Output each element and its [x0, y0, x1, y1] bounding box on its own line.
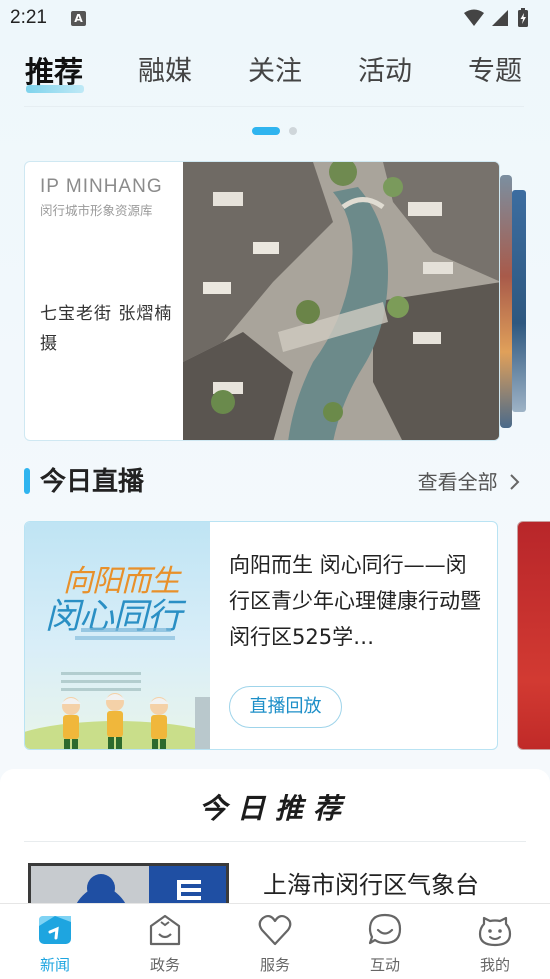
replay-button[interactable]: 直播回放: [229, 686, 342, 728]
bottom-nav: 新闻 政务 服务 互动 我的: [0, 903, 550, 979]
banner-card[interactable]: IP MINHANG 闵行城市形象资源库 七宝老街 张熠楠摄: [24, 161, 500, 441]
tab-activity[interactable]: 活动: [358, 52, 412, 92]
status-bar: 2:21 A: [0, 0, 550, 36]
nav-news[interactable]: 新闻: [0, 904, 110, 979]
nav-profile[interactable]: 我的: [440, 904, 550, 979]
recommend-divider: [24, 841, 526, 842]
status-time: 2:21: [10, 7, 47, 28]
news-icon: [39, 916, 71, 944]
live-card[interactable]: 向阳而生 闵心同行 向阳而生 闵心同行——闵行区青少年心理健康行动暨闵行区525…: [24, 521, 498, 750]
heart-icon: [258, 914, 292, 946]
see-all-label: 查看全部: [417, 470, 498, 494]
live-section-title: 今日直播: [40, 467, 145, 497]
carousel-dot-active: [252, 127, 280, 135]
carousel-next-card-back[interactable]: [512, 190, 526, 412]
section-accent-bar: [24, 468, 30, 494]
tab-media[interactable]: 融媒: [138, 52, 192, 92]
signal-icon: [492, 10, 508, 26]
banner-caption: 七宝老街 张熠楠摄: [40, 304, 173, 354]
nav-government-label: 政务: [149, 956, 180, 974]
nav-service-label: 服务: [259, 956, 290, 974]
carousel-dot: [289, 127, 297, 135]
nav-government[interactable]: 政务: [110, 904, 220, 979]
see-all-link[interactable]: 查看全部: [418, 468, 522, 496]
notification-icon: A: [71, 11, 86, 26]
carousel-next-card[interactable]: [500, 175, 512, 428]
banner-photo: [183, 162, 499, 440]
nav-news-label: 新闻: [39, 956, 70, 974]
live-section-header: 今日直播 查看全部: [24, 464, 524, 500]
wifi-icon: [464, 9, 484, 26]
nav-service[interactable]: 服务: [220, 904, 330, 979]
nav-interact-label: 互动: [369, 956, 400, 974]
poster-illustration: [25, 628, 210, 749]
nav-profile-label: 我的: [479, 956, 510, 974]
banner-brand: IP MINHANG: [40, 176, 163, 197]
live-next-card[interactable]: [517, 521, 550, 750]
tab-topic[interactable]: 专题: [468, 52, 522, 92]
profile-icon: [478, 916, 512, 947]
tabs-divider: [24, 106, 524, 107]
status-icons: [464, 8, 528, 27]
live-title: 向阳而生 闵心同行——闵行区青少年心理健康行动暨闵行区525学…: [229, 553, 481, 649]
chevron-right-icon: [510, 474, 520, 490]
chat-icon: [368, 913, 402, 945]
tab-recommend[interactable]: 推荐: [25, 52, 83, 92]
nav-interact[interactable]: 互动: [330, 904, 440, 979]
government-icon: [149, 914, 181, 946]
recommend-title: 今日推荐: [198, 792, 351, 825]
top-tabs: 推荐 融媒 关注 活动 专题: [0, 52, 550, 98]
banner-brand-sub: 闵行城市形象资源库: [40, 203, 153, 218]
tab-follow[interactable]: 关注: [248, 52, 302, 92]
recommend-item-title[interactable]: 上海市闵行区气象台: [263, 865, 479, 900]
live-poster: 向阳而生 闵心同行: [25, 522, 210, 749]
recommend-panel: 今日推荐 上海市闵行区气象台: [0, 769, 550, 909]
